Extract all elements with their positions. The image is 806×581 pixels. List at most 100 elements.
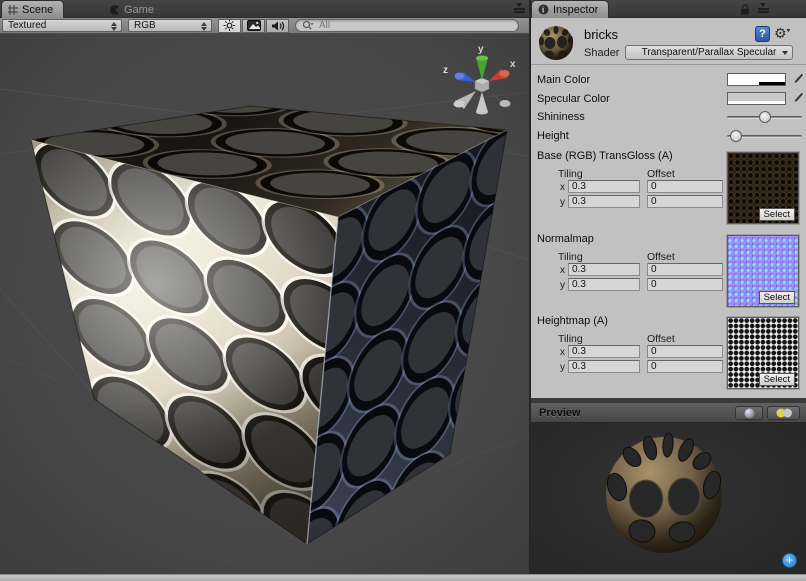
gear-icon[interactable]: ⚙▾ <box>774 25 790 42</box>
offset-header: Offset <box>647 251 675 263</box>
color-mode-value: RGB <box>134 20 156 31</box>
normalmap-texture-thumbnail[interactable]: Select <box>727 235 799 307</box>
heightmap-tiling-y-field[interactable] <box>568 360 640 373</box>
offset-header: Offset <box>647 333 675 345</box>
lighting-toggle-button[interactable] <box>218 19 241 33</box>
color-mode-dropdown[interactable]: RGB <box>128 19 212 32</box>
heightmap-texture-thumbnail[interactable]: Select <box>727 317 799 389</box>
scene-viewport[interactable]: y x z <box>0 34 529 574</box>
sphere-icon <box>744 408 755 419</box>
unity-editor-window: Scene Game Textured RGB <box>0 0 806 581</box>
scene-3d-view: y x z <box>0 34 529 574</box>
base-offset-y-field[interactable] <box>647 195 723 208</box>
gizmo-z-label[interactable]: z <box>443 65 448 76</box>
scene-panel-menu-icon[interactable] <box>511 2 527 15</box>
updown-arrows-icon <box>201 22 208 31</box>
gizmo-x-label[interactable]: x <box>510 59 516 70</box>
lock-icon[interactable] <box>739 3 751 16</box>
shader-dropdown[interactable]: Transparent/Parallax Specular <box>625 45 793 60</box>
tab-game[interactable]: Game <box>104 1 164 18</box>
inspector-panel-menu-icon[interactable] <box>755 2 771 15</box>
slider-handle[interactable] <box>730 130 742 142</box>
height-label: Height <box>537 130 569 142</box>
y-axis-label: y <box>560 280 565 291</box>
inspector-panel: i Inspector <box>531 0 806 574</box>
tab-inspector-label: Inspector <box>553 4 598 16</box>
normalmap-tiling-y-field[interactable] <box>568 278 640 291</box>
preview-header: Preview <box>531 403 806 423</box>
normalmap-tiling-x-field[interactable] <box>568 263 640 276</box>
material-ball-icon <box>536 23 576 63</box>
tiling-header: Tiling <box>558 251 583 263</box>
heightmap-select-button[interactable]: Select <box>759 373 795 386</box>
search-icon <box>302 20 316 31</box>
scene-search-field[interactable] <box>295 19 519 32</box>
x-axis-label: x <box>560 182 565 193</box>
inspector-tabbar: i Inspector <box>531 0 806 18</box>
shininess-label: Shininess <box>537 111 585 123</box>
shininess-slider[interactable] <box>727 111 802 124</box>
tab-game-label: Game <box>124 4 154 16</box>
base-select-button[interactable]: Select <box>759 208 795 221</box>
preview-sphere <box>531 423 806 574</box>
base-tiling-x-field[interactable] <box>568 180 640 193</box>
normalmap-select-button[interactable]: Select <box>759 291 795 304</box>
normalmap-section: Normalmap Tiling Offset x y Select <box>531 233 806 313</box>
y-axis-label: y <box>560 197 565 208</box>
main-color-label: Main Color <box>537 74 590 86</box>
slider-handle[interactable] <box>759 111 771 123</box>
base-texture-thumbnail[interactable]: Select <box>727 152 799 224</box>
material-header: bricks Shader Transparent/Parallax Specu… <box>531 18 806 65</box>
two-lights-icon <box>774 408 794 418</box>
base-tiling-y-field[interactable] <box>568 195 640 208</box>
info-icon: i <box>538 4 549 15</box>
tiling-header: Tiling <box>558 333 583 345</box>
audio-toggle-button[interactable] <box>266 19 289 33</box>
main-color-swatch[interactable] <box>727 73 786 86</box>
height-slider[interactable] <box>727 130 802 143</box>
scene-orientation-gizmo[interactable]: y x z <box>443 44 516 115</box>
add-button[interactable]: + <box>782 553 797 568</box>
shader-label: Shader <box>584 47 619 59</box>
base-map-section: Base (RGB) TransGloss (A) Tiling Offset … <box>531 150 806 230</box>
preview-mesh-button[interactable] <box>735 406 763 420</box>
base-offset-x-field[interactable] <box>647 180 723 193</box>
preview-area[interactable]: + <box>531 423 806 574</box>
render-paths-button[interactable] <box>242 19 265 33</box>
heightmap-tiling-x-field[interactable] <box>568 345 640 358</box>
specular-color-label: Specular Color <box>537 93 610 105</box>
scene-grid-icon <box>8 5 18 15</box>
window-bottom-strip <box>0 574 806 581</box>
specular-color-swatch[interactable] <box>727 92 786 105</box>
tiling-header: Tiling <box>558 168 583 180</box>
heightmap-offset-x-field[interactable] <box>647 345 723 358</box>
normalmap-offset-y-field[interactable] <box>647 278 723 291</box>
scene-panel: Scene Game Textured RGB <box>0 0 529 574</box>
heightmap-label: Heightmap (A) <box>537 315 608 327</box>
x-axis-label: x <box>560 347 565 358</box>
help-icon[interactable]: ? <box>755 26 770 42</box>
normalmap-label: Normalmap <box>537 233 594 245</box>
image-icon <box>247 20 261 31</box>
shader-value: Transparent/Parallax Specular <box>642 47 777 58</box>
offset-header: Offset <box>647 168 675 180</box>
eyedropper-icon[interactable] <box>790 91 804 105</box>
material-name: bricks <box>584 27 618 42</box>
normalmap-offset-x-field[interactable] <box>647 263 723 276</box>
tab-scene-label: Scene <box>22 4 53 16</box>
render-mode-value: Textured <box>8 20 46 31</box>
updown-arrows-icon <box>111 22 118 31</box>
gizmo-y-label[interactable]: y <box>478 44 484 55</box>
heightmap-section: Heightmap (A) Tiling Offset x y Select <box>531 315 806 395</box>
render-mode-dropdown[interactable]: Textured <box>2 19 122 32</box>
search-input[interactable] <box>319 20 512 31</box>
tab-inspector[interactable]: i Inspector <box>532 1 608 18</box>
heightmap-offset-y-field[interactable] <box>647 360 723 373</box>
preview-lighting-button[interactable] <box>767 406 800 420</box>
sun-icon <box>223 19 236 32</box>
svg-text:i: i <box>542 6 544 15</box>
tab-scene[interactable]: Scene <box>2 1 63 18</box>
scene-tabbar: Scene Game <box>0 0 529 18</box>
eyedropper-icon[interactable] <box>790 72 804 86</box>
base-map-label: Base (RGB) TransGloss (A) <box>537 150 673 162</box>
